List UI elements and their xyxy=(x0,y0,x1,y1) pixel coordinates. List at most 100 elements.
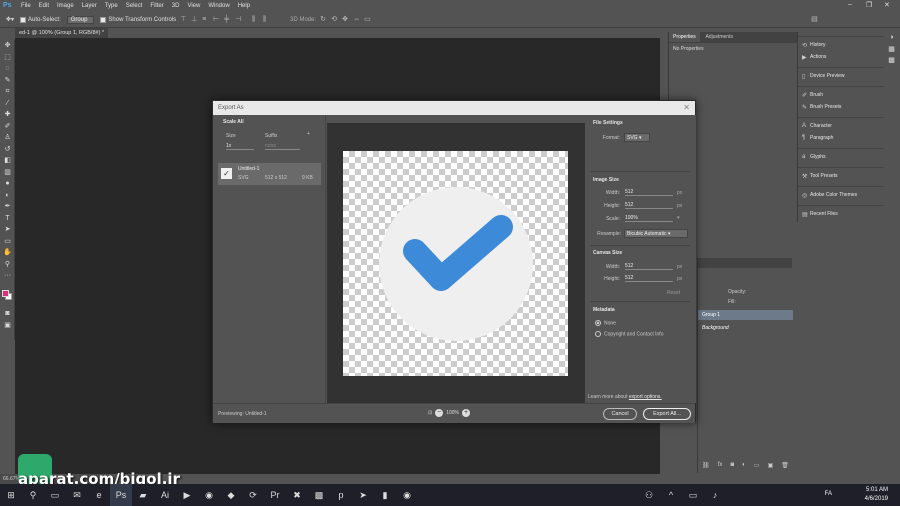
dodge-tool-icon[interactable]: ◐ xyxy=(0,190,15,202)
screen-mode-icon[interactable]: ▣ xyxy=(0,320,15,332)
type-tool-icon[interactable]: T xyxy=(0,213,15,225)
3d-slide-icon[interactable]: ⇔ xyxy=(353,16,360,23)
panel-history[interactable]: ⟲ History xyxy=(798,39,884,51)
add-scale-icon[interactable]: + xyxy=(307,131,310,137)
align-center-icon[interactable]: ╪ xyxy=(224,16,231,23)
panel-device-preview[interactable]: ▯ Device Preview xyxy=(798,70,884,82)
lasso-tool-icon[interactable]: ◌ xyxy=(0,63,15,75)
recorder-icon[interactable]: ▮ xyxy=(374,484,396,506)
menu-select[interactable]: Select xyxy=(122,3,147,9)
pinterest-icon[interactable]: p xyxy=(330,484,352,506)
menu-filter[interactable]: Filter xyxy=(146,3,167,9)
canvas-height-input[interactable]: 512 xyxy=(625,275,673,282)
canvas-width-input[interactable]: 512 xyxy=(625,263,673,270)
align-bottom-icon[interactable]: ≡ xyxy=(202,16,209,23)
quick-select-tool-icon[interactable]: ✎ xyxy=(0,75,15,87)
3d-roll-icon[interactable]: ⟲ xyxy=(331,16,338,23)
panel-character[interactable]: A Character xyxy=(798,120,884,132)
camtasia-icon[interactable]: ▩ xyxy=(308,484,330,506)
photoshop-taskbar-icon[interactable]: Ps xyxy=(110,484,132,506)
trash-icon[interactable]: 🗑 xyxy=(781,462,789,469)
adjustment-icon[interactable]: ◐ xyxy=(742,462,746,468)
move-tool-icon[interactable]: ✥ xyxy=(0,40,15,52)
libraries-panel-icon[interactable]: ▩ xyxy=(884,55,899,67)
task-view-icon[interactable]: ▭ xyxy=(44,484,66,506)
panel-brush-presets[interactable]: ✎ Brush Presets xyxy=(798,101,884,113)
3d-rotate-icon[interactable]: ↻ xyxy=(320,16,327,23)
panel-brush[interactable]: ✐ Brush xyxy=(798,89,884,101)
distribute-icon[interactable]: ⫼ xyxy=(252,16,259,23)
metadata-none-option[interactable]: None xyxy=(595,320,616,326)
fit-icon[interactable]: ⊡ xyxy=(428,410,432,416)
export-all-button[interactable]: Export All... xyxy=(643,408,691,420)
quick-mask-icon[interactable]: ◙ xyxy=(0,308,15,320)
shape-tool-icon[interactable]: ▭ xyxy=(0,236,15,248)
layer-row-group[interactable]: Group 1 xyxy=(698,310,793,320)
show-transform-checkbox[interactable] xyxy=(100,16,107,23)
panel-color-themes[interactable]: ◎ Adobe Color Themes xyxy=(798,189,884,201)
foreground-color-swatch[interactable] xyxy=(2,290,9,297)
eraser-tool-icon[interactable]: ◧ xyxy=(0,155,15,167)
premiere-icon[interactable]: Pr xyxy=(264,484,286,506)
mask-icon[interactable]: ◙ xyxy=(730,462,734,468)
scale-dropdown-icon[interactable]: ▾ xyxy=(677,215,680,221)
telegram-icon[interactable]: ➤ xyxy=(352,484,374,506)
link-icon[interactable]: ⛓ xyxy=(702,462,710,469)
menu-window[interactable]: Window xyxy=(204,3,233,9)
asset-row[interactable]: ✓ Untitled-1 SVG 512 x 512 9 KB xyxy=(218,163,321,185)
panel-recent-files[interactable]: ▤ Recent Files xyxy=(798,208,884,220)
swatches-panel-icon[interactable]: ▦ xyxy=(884,44,899,56)
maximize-icon[interactable]: ❐ xyxy=(866,1,872,9)
media-player-icon[interactable]: ▶ xyxy=(176,484,198,506)
history-brush-tool-icon[interactable]: ↺ xyxy=(0,144,15,156)
color-panel-icon[interactable]: ◑ xyxy=(884,32,899,44)
layer-row-background[interactable]: Background xyxy=(698,322,793,334)
language-indicator[interactable]: FA xyxy=(825,491,832,497)
panel-paragraph[interactable]: ¶ Paragraph xyxy=(798,132,884,144)
path-select-tool-icon[interactable]: ➤ xyxy=(0,224,15,236)
eyedropper-tool-icon[interactable]: ⁄ xyxy=(0,98,15,110)
export-options-link[interactable]: export options. xyxy=(629,394,662,400)
chrome-icon[interactable]: ◉ xyxy=(198,484,220,506)
align-right-icon[interactable]: ⊣ xyxy=(235,16,242,23)
cancel-button[interactable]: Cancel xyxy=(603,408,637,420)
tab-adjustments[interactable]: Adjustments xyxy=(701,32,737,42)
brush-tool-icon[interactable]: ✐ xyxy=(0,121,15,133)
app-icon[interactable]: ⟳ xyxy=(242,484,264,506)
volume-icon[interactable]: ♪ xyxy=(704,484,726,506)
edge-icon[interactable]: e xyxy=(88,484,110,506)
people-icon[interactable]: ⚇ xyxy=(638,484,660,506)
3d-scale-icon[interactable]: ▭ xyxy=(364,16,371,23)
asset-checkbox[interactable]: ✓ xyxy=(221,168,232,179)
reset-button[interactable]: Reset xyxy=(667,290,680,296)
radio-none[interactable] xyxy=(595,320,601,326)
document-tab[interactable]: ed-1 @ 100% (Group 1, RGB/8#) * xyxy=(15,28,109,38)
tray-clock[interactable]: 5:01 AM 4/6/2019 xyxy=(865,486,888,504)
workspace-icon[interactable]: ▤ xyxy=(811,16,818,23)
image-height-input[interactable]: 512 xyxy=(625,202,673,209)
close-icon[interactable]: ✕ xyxy=(884,1,890,9)
tab-properties[interactable]: Properties xyxy=(669,32,700,42)
pen-tool-icon[interactable]: ✒ xyxy=(0,201,15,213)
radio-copyright[interactable] xyxy=(595,331,601,337)
image-width-input[interactable]: 512 xyxy=(625,189,673,196)
distribute2-icon[interactable]: ⫼ xyxy=(263,16,270,23)
new-layer-icon[interactable]: ▣ xyxy=(768,462,774,469)
align-middle-icon[interactable]: ⊥ xyxy=(191,16,198,23)
group-dropdown[interactable]: Group xyxy=(66,15,95,24)
menu-view[interactable]: View xyxy=(183,3,204,9)
align-left-icon[interactable]: ⊢ xyxy=(213,16,220,23)
illustrator-icon[interactable]: Ai xyxy=(154,484,176,506)
stamp-tool-icon[interactable]: ♙ xyxy=(0,132,15,144)
menu-file[interactable]: File xyxy=(17,3,35,9)
crop-tool-icon[interactable]: ⌗ xyxy=(0,86,15,98)
more-tools-icon[interactable]: ··· xyxy=(0,270,15,282)
menu-type[interactable]: Type xyxy=(101,3,122,9)
close-icon[interactable]: ✕ xyxy=(683,101,690,115)
scale-input[interactable]: 100% xyxy=(625,215,673,222)
hand-tool-icon[interactable]: ✋ xyxy=(0,247,15,259)
minimize-icon[interactable]: – xyxy=(848,1,852,8)
zoom-out-button[interactable]: − xyxy=(435,409,444,417)
mail-icon[interactable]: ✉ xyxy=(66,484,88,506)
zoom-in-button[interactable]: + xyxy=(462,409,470,417)
